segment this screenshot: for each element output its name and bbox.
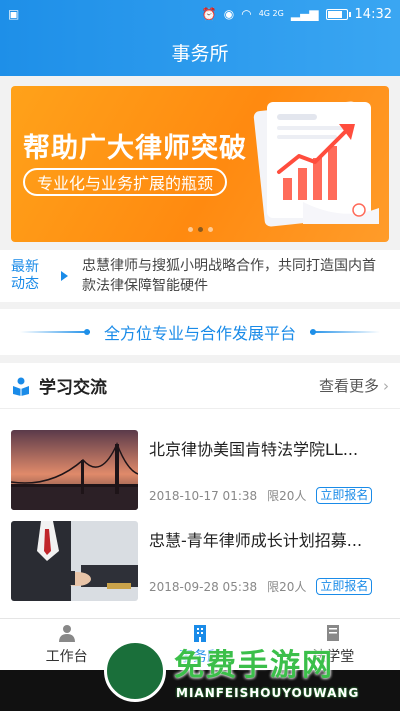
decor-line-right (310, 329, 380, 335)
banner-title: 帮助广大律师突破 (23, 133, 247, 164)
item-meta: 2018-09-28 05:38 限20人 立即报名 (149, 578, 373, 595)
item-thumbnail-handshake (11, 521, 138, 601)
person-icon (58, 625, 75, 642)
platform-slogan: 全方位专业与合作发展平台 (0, 309, 400, 355)
news-tag-line1: 最新 (11, 259, 39, 275)
item-thumbnail-bridge (11, 430, 138, 510)
news-text[interactable]: 忠慧律师与搜狐小明战略合作，共同打造国内首款法律保障智能硬件 (82, 256, 389, 296)
chevron-right-icon: › (383, 376, 389, 395)
section-title: 学习交流 (39, 378, 107, 398)
banner-subtitle: 专业化与业务扩展的瓶颈 (23, 168, 228, 196)
item-limit: 限20人 (267, 489, 307, 503)
news-tag: 最新 动态 (11, 259, 49, 293)
pager-dot[interactable] (207, 227, 213, 232)
status-bar: ▣ ⏰ ◉ ◠ 4G 2G ▂▄▆ 14:32 (0, 0, 400, 28)
tab-firm[interactable]: 事务所 (133, 619, 266, 670)
page-title-bar: 事务所 (0, 28, 400, 76)
pager-dot[interactable] (187, 227, 193, 232)
view-more-link[interactable]: 查看更多 › (319, 375, 389, 396)
section-header: 学习交流 查看更多 › (0, 363, 400, 409)
item-date: 2018-09-28 05:38 (149, 579, 258, 594)
item-limit: 限20人 (267, 580, 307, 594)
building-icon (193, 625, 206, 642)
tab-label: 事务所 (178, 649, 221, 665)
banner-pager (11, 227, 389, 232)
tab-law-class[interactable]: 法学堂 (267, 619, 400, 670)
item-date: 2018-10-17 01:38 (149, 488, 258, 503)
study-item[interactable]: 忠慧-青年律师成长计划招募... 2018-09-28 05:38 限20人 立… (11, 521, 389, 601)
item-meta: 2018-10-17 01:38 限20人 立即报名 (149, 487, 373, 504)
eye-icon: ◉ (223, 7, 235, 21)
item-info: 忠慧-青年律师成长计划招募... 2018-09-28 05:38 限20人 立… (149, 521, 389, 601)
status-right: ⏰ ◉ ◠ 4G 2G ▂▄▆ 14:32 (202, 7, 392, 22)
tab-workbench[interactable]: 工作台 (0, 619, 133, 670)
battery-icon (325, 8, 351, 20)
chart-document-illustration (253, 101, 379, 227)
system-nav-bar (0, 670, 400, 711)
bottom-tab-bar: 工作台 事务所 法学堂 (0, 618, 400, 670)
alarm-icon: ⏰ (201, 7, 217, 21)
latest-news-bar[interactable]: 最新 动态 忠慧律师与搜狐小明战略合作，共同打造国内首款法律保障智能硬件 (0, 250, 400, 302)
page-title: 事务所 (171, 42, 229, 65)
signup-button[interactable]: 立即报名 (316, 578, 373, 595)
status-left: ▣ (8, 8, 19, 20)
item-info: 北京律协美国肯特法学院LL... 2018-10-17 01:38 限20人 立… (149, 430, 389, 510)
signup-button[interactable]: 立即报名 (316, 487, 373, 504)
promo-banner[interactable]: 帮助广大律师突破 专业化与业务扩展的瓶颈 (11, 86, 389, 242)
signal-icon: ▂▄▆ (290, 7, 319, 21)
pager-dot-active[interactable] (197, 227, 203, 232)
decor-line-left (19, 329, 90, 335)
reading-person-icon (13, 377, 29, 396)
platform-text: 全方位专业与合作发展平台 (103, 324, 296, 343)
status-time: 14:32 (354, 6, 392, 22)
wifi-icon: ◠ (241, 7, 252, 21)
item-title[interactable]: 忠慧-青年律师成长计划招募... (149, 527, 389, 551)
network-label: 4G 2G (258, 9, 284, 18)
play-arrow-icon (61, 271, 68, 281)
notification-icon: ▣ (8, 7, 20, 21)
view-more-label: 查看更多 (318, 377, 379, 395)
study-section: 学习交流 查看更多 › 北京律协美国肯特法学院LL... 2018-10-17 … (0, 363, 400, 618)
tab-label: 工作台 (45, 649, 88, 665)
news-tag-line2: 动态 (11, 276, 39, 292)
book-icon (327, 625, 340, 641)
item-title[interactable]: 北京律协美国肯特法学院LL... (149, 436, 389, 460)
study-item[interactable]: 北京律协美国肯特法学院LL... 2018-10-17 01:38 限20人 立… (11, 430, 389, 510)
tab-label: 法学堂 (312, 649, 355, 665)
